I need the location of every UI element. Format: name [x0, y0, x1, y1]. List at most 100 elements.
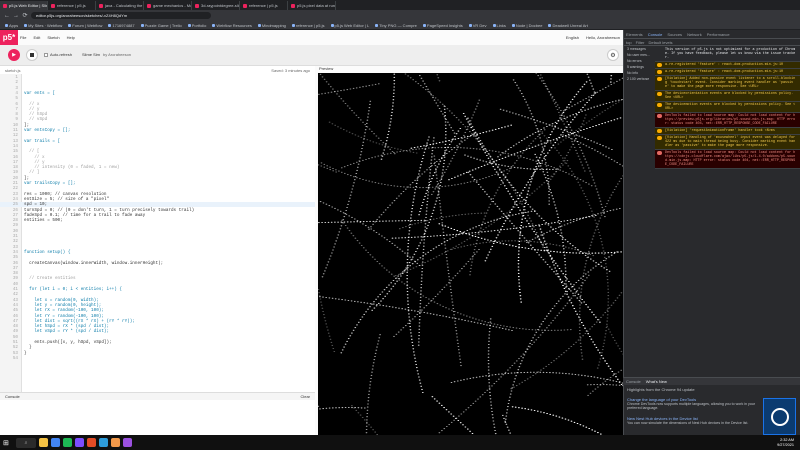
console-message[interactable]: a-re-registered 'feature' : react-dom.pr… [655, 69, 800, 76]
devtools-tab[interactable]: Console [648, 32, 663, 37]
trail-path [487, 318, 497, 435]
news-item[interactable]: Change the language of your DevTools Chr… [627, 397, 757, 410]
bookmark-item[interactable]: My Sites · Webflow [24, 23, 62, 28]
browser-tab[interactable]: reference | p5.js [48, 1, 96, 10]
menu-file[interactable]: File [20, 35, 26, 40]
bookmark-item[interactable]: PageSpeed Insights [422, 23, 463, 28]
trail-path [587, 369, 623, 396]
menu-sketch[interactable]: Sketch [47, 35, 59, 40]
settings-gear-icon[interactable]: ⚙ [607, 49, 619, 61]
bookmark-item[interactable]: reference | p5.js [291, 23, 325, 28]
chrome-taskbar-icon[interactable] [51, 438, 60, 447]
tab-favicon-icon [243, 3, 247, 8]
back-icon[interactable]: ← [4, 13, 10, 19]
browser-tab-label: reference | p5.js [249, 3, 278, 8]
bookmark-label: Node | Docbee [515, 22, 543, 28]
user-menu[interactable]: Hello, Aroraheeson [586, 35, 620, 40]
file-name[interactable]: sketch.js [5, 68, 21, 73]
bookmark-item[interactable]: Node | Docbee [511, 22, 543, 28]
browser-tab-label: game mechanics - Moving from [153, 3, 191, 8]
p5-logo[interactable]: p5* [0, 30, 18, 45]
language-menu[interactable]: English [566, 35, 579, 40]
menu-help[interactable]: Help [67, 35, 75, 40]
console-label[interactable]: Console [5, 394, 20, 399]
console-sidebar-item[interactable]: 3 messages [627, 47, 655, 51]
console-message[interactable]: a-re-registered 'feature' : react-dom.pr… [655, 62, 800, 69]
console-sidebar-item[interactable]: 5 warnings [627, 65, 655, 69]
bookmark-item[interactable]: Portfolio [187, 23, 206, 28]
taskbar-clock[interactable]: 2:32 AM 9/27/2021 [777, 438, 797, 447]
console-message[interactable]: [Violation] 'requestAnimationFrame' hand… [655, 128, 800, 135]
bookmark-item[interactable]: Puzzle Game | Trello [140, 23, 182, 28]
sketch-name[interactable]: Slime Sim [82, 52, 100, 57]
browser-tab[interactable]: p5.js Web Editor | Slime Sim [0, 1, 48, 10]
browser-tab[interactable]: java - Calculating the angle betw [96, 1, 144, 10]
console-clear-button[interactable]: Clear [300, 394, 310, 399]
url-field[interactable]: editor.p5js.org/aroraheeson/sketches/-vZ… [31, 12, 211, 19]
autorefresh-checkbox[interactable] [44, 52, 48, 57]
app-icon[interactable] [99, 438, 108, 447]
trail-path [341, 219, 572, 331]
drawer-tab-console[interactable]: Console [626, 379, 641, 384]
bookmark-item[interactable]: Forum | Webflow [68, 23, 102, 28]
preview-canvas[interactable] [318, 73, 623, 435]
trail-path [431, 396, 474, 435]
bookmark-item[interactable]: p5.js Web Editor | L [330, 23, 369, 28]
bookmark-item[interactable]: Webflow Resources [212, 23, 252, 28]
bookmark-icon [212, 23, 216, 27]
menu-edit[interactable]: Edit [33, 35, 40, 40]
devtools-tab[interactable]: Elements [626, 32, 643, 37]
bookmark-item[interactable]: Deadwell Unreal Art [548, 23, 588, 28]
taskbar-search-icon[interactable]: ⌕ [16, 437, 36, 448]
console-message[interactable]: The deviceorientation events are blocked… [655, 91, 800, 102]
windows-start-icon[interactable]: ⊞ [3, 439, 13, 447]
file-bar: sketch.js Saved: 3 minutes ago [0, 66, 315, 74]
app-icon[interactable] [87, 438, 96, 447]
bookmark-item[interactable]: Tiny PNG — Compre [375, 23, 417, 28]
console-message[interactable]: The devicemotion events are blocked by p… [655, 102, 800, 113]
code-line[interactable]: 54 [0, 356, 315, 361]
bookmark-item[interactable]: VR Dev [468, 23, 487, 28]
devtools-tab[interactable]: Sources [667, 32, 682, 37]
console-sidebar-item[interactable]: No info [627, 71, 655, 75]
bookmark-item[interactable]: 1716974887 [108, 23, 135, 28]
trail-path [535, 73, 606, 218]
bookmark-item[interactable]: Mindmapping [257, 23, 286, 28]
filter-input[interactable]: Filter [636, 40, 645, 45]
app-icon[interactable] [123, 438, 132, 447]
console-sidebar-item[interactable]: 2 100 verbose [627, 77, 655, 81]
browser-tab[interactable]: p5.js pixel data at runtime - Dev [288, 1, 336, 10]
browser-tab[interactable]: reference | p5.js [240, 1, 288, 10]
app-icon[interactable] [111, 438, 120, 447]
bookmark-item[interactable]: Apps [5, 23, 18, 28]
console-message[interactable]: [Violation] Added non-passive event list… [655, 76, 800, 91]
console-message[interactable]: DevTools failed to load source map: Coul… [655, 150, 800, 169]
autorefresh-toggle[interactable]: Auto-refresh [44, 52, 72, 57]
code-text: createCanvas(window.innerWidth, window.i… [24, 260, 164, 266]
browser-tab[interactable]: game mechanics - Moving from [144, 1, 192, 10]
console-message[interactable]: DevTools failed to load source map: Coul… [655, 113, 800, 128]
file-explorer-icon[interactable] [39, 438, 48, 447]
console-message[interactable]: [Violation] Handling of 'mousewheel' inp… [655, 135, 800, 150]
bookmark-icon [330, 23, 334, 27]
stop-button[interactable] [26, 49, 38, 61]
app-icon[interactable] [75, 438, 84, 447]
console-sidebar-item[interactable]: No user mes... [627, 53, 655, 57]
reload-icon[interactable]: ⟳ [22, 12, 28, 19]
trail-path [410, 124, 513, 149]
browser-tab[interactable]: 3d-raypointdegree-slime? - Ge [192, 1, 240, 10]
devtools-tab[interactable]: Network [687, 32, 702, 37]
console-sidebar-item[interactable]: No errors [627, 59, 655, 63]
clock-date: 9/27/2021 [777, 442, 794, 447]
play-button[interactable]: ▶ [8, 49, 20, 61]
spotify-icon[interactable] [63, 438, 72, 447]
drawer-tab-whats-new[interactable]: What's New [646, 379, 667, 384]
news-thumbnail[interactable] [763, 398, 796, 435]
devtools-tab[interactable]: Performance [707, 32, 730, 37]
context-select[interactable]: top [626, 40, 632, 45]
levels-select[interactable]: Default levels [648, 40, 672, 45]
news-item[interactable]: New Nest Hub devices in the Device list … [627, 416, 757, 425]
forward-icon[interactable]: → [13, 13, 19, 19]
bookmark-item[interactable]: Links [492, 23, 506, 28]
